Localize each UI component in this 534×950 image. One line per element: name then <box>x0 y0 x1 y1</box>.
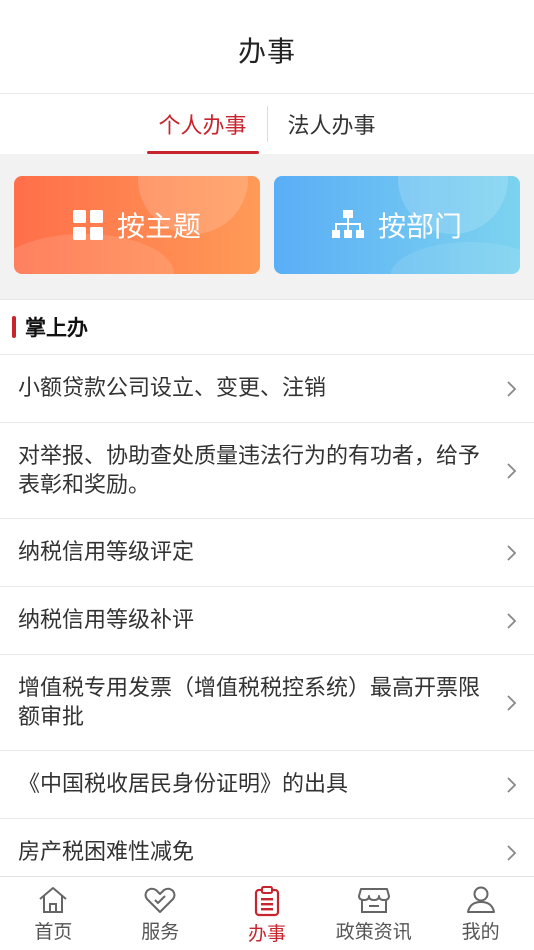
category-cards: 按主题 按部门 <box>0 154 534 299</box>
by-department-card[interactable]: 按部门 <box>274 176 520 274</box>
list-item-text: 小额贷款公司设立、变更、注销 <box>18 376 327 401</box>
section-header: 掌上办 <box>0 299 534 355</box>
section-title: 掌上办 <box>25 316 88 340</box>
chevron-right-icon <box>507 844 517 861</box>
nav-mine-label: 我的 <box>461 921 500 943</box>
chevron-right-icon <box>507 776 517 793</box>
nav-policy-news-label: 政策资讯 <box>335 921 412 943</box>
nav-service-label: 服务 <box>141 921 180 943</box>
nav-home-label: 首页 <box>34 921 73 943</box>
by-department-label: 按部门 <box>377 210 462 243</box>
list-item[interactable]: 小额贷款公司设立、变更、注销 <box>0 355 534 423</box>
nav-affairs-label: 办事 <box>247 923 286 945</box>
grid-icon <box>72 210 103 240</box>
service-tag-icon <box>144 887 176 913</box>
list-item[interactable]: 纳税信用等级评定 <box>0 519 534 587</box>
clipboard-icon <box>254 886 280 917</box>
bottom-nav: 首页 服务 办事 政策资讯 我的 <box>0 876 534 950</box>
tab-divider <box>266 106 268 142</box>
by-topic-label: 按主题 <box>116 210 201 243</box>
user-icon <box>466 886 495 913</box>
list-item-text: 纳税信用等级补评 <box>18 608 195 633</box>
org-chart-icon <box>331 210 364 238</box>
header: 办事 <box>0 0 534 94</box>
list-item[interactable]: 纳税信用等级补评 <box>0 587 534 655</box>
page-title: 办事 <box>237 34 296 68</box>
chevron-right-icon <box>507 380 517 397</box>
chevron-right-icon <box>507 544 517 561</box>
list-item[interactable]: 《中国税收居民身份证明》的出具 <box>0 751 534 819</box>
store-icon <box>357 888 390 913</box>
home-icon <box>39 887 68 913</box>
chevron-right-icon <box>507 694 517 711</box>
tab-personal[interactable]: 个人办事 <box>146 94 259 154</box>
nav-policy-news[interactable]: 政策资讯 <box>320 877 427 950</box>
tab-bar: 个人办事 法人办事 <box>0 94 534 154</box>
list-item[interactable]: 对举报、协助查处质量违法行为的有功者，给予表彰和奖励。 <box>0 423 534 519</box>
list-item-text: 对举报、协助查处质量违法行为的有功者，给予表彰和奖励。 <box>18 443 481 498</box>
service-list: 小额贷款公司设立、变更、注销 对举报、协助查处质量违法行为的有功者，给予表彰和奖… <box>0 355 534 887</box>
chevron-right-icon <box>507 462 517 479</box>
by-topic-card[interactable]: 按主题 <box>14 176 260 274</box>
nav-service[interactable]: 服务 <box>107 877 214 950</box>
tab-legal-person[interactable]: 法人办事 <box>276 94 388 154</box>
nav-mine[interactable]: 我的 <box>427 877 534 950</box>
list-item[interactable]: 增值税专用发票（增值税税控系统）最高开票限额审批 <box>0 655 534 751</box>
list-item-text: 《中国税收居民身份证明》的出具 <box>18 772 349 797</box>
nav-home[interactable]: 首页 <box>0 877 107 950</box>
nav-affairs[interactable]: 办事 <box>214 877 321 950</box>
section-accent-bar <box>12 316 16 338</box>
list-item-text: 增值税专用发票（增值税税控系统）最高开票限额审批 <box>18 675 481 730</box>
list-item-text: 房产税困难性减免 <box>18 840 195 865</box>
chevron-right-icon <box>507 612 517 629</box>
list-item-text: 纳税信用等级评定 <box>18 540 195 565</box>
